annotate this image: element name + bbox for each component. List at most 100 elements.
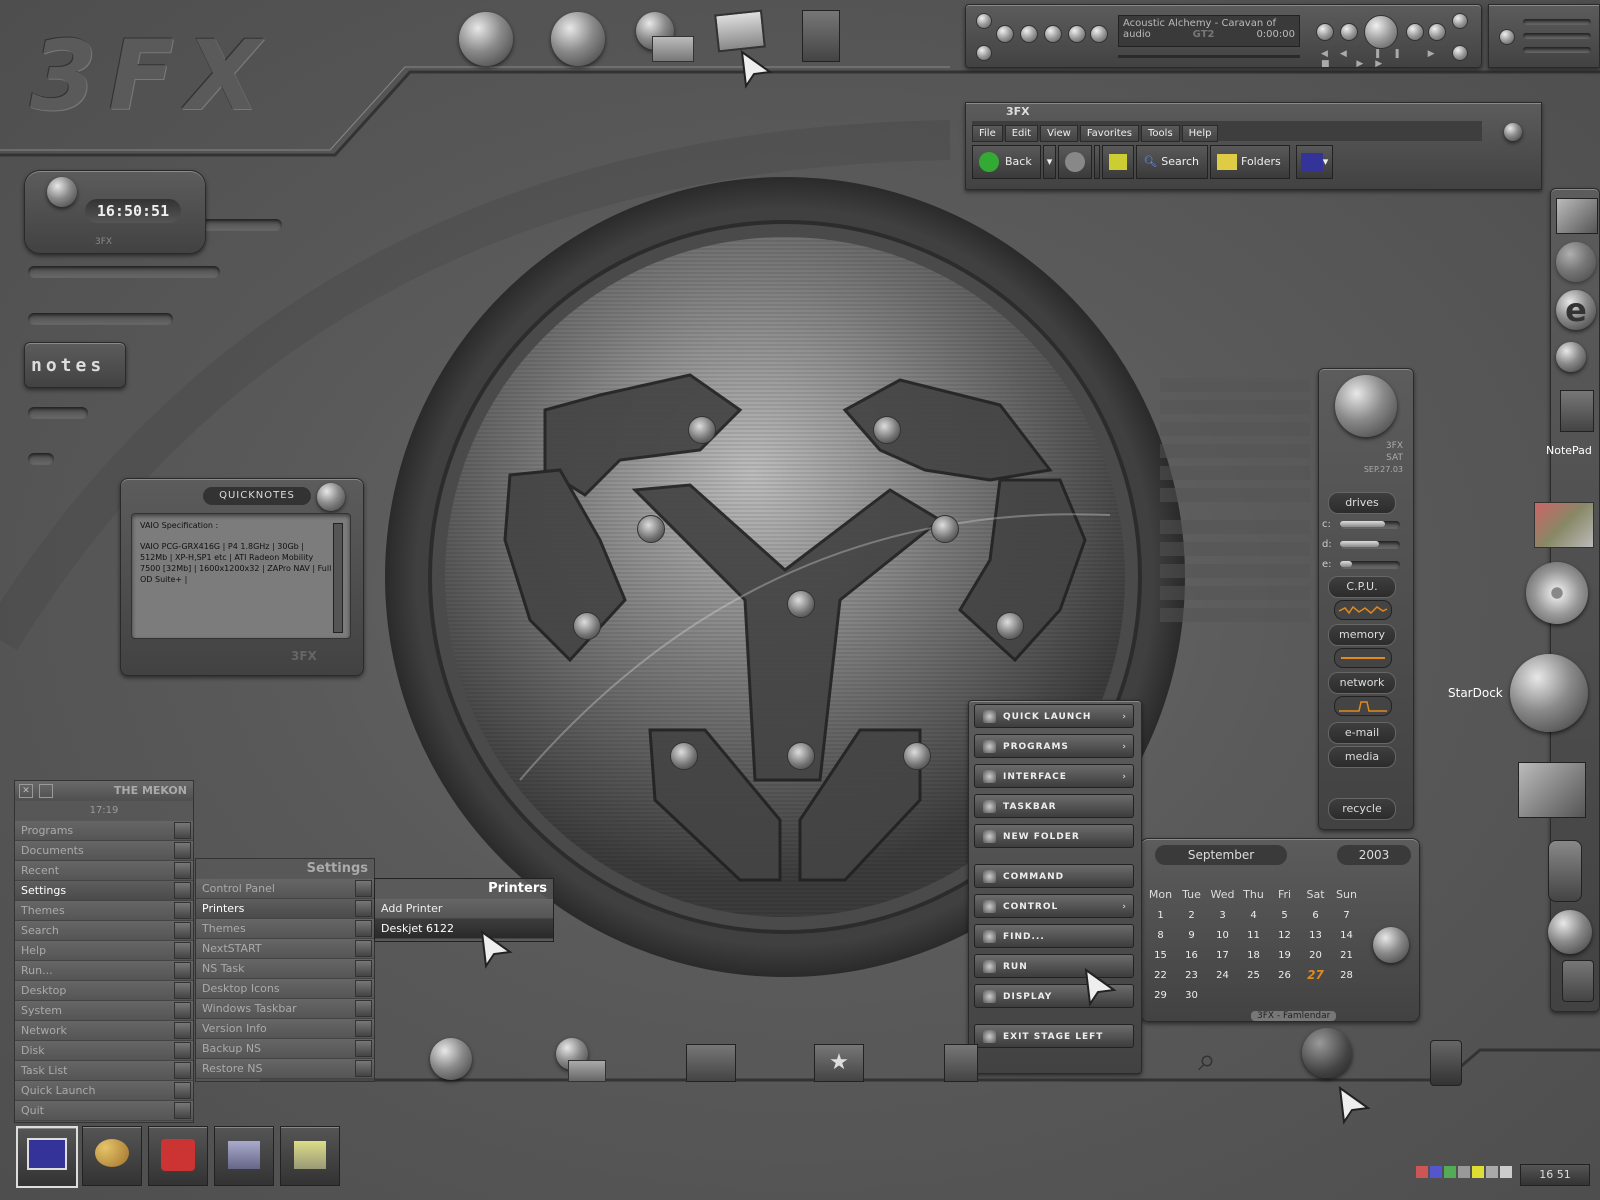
knob[interactable] [1499,29,1515,45]
documents-edit-icon[interactable] [1518,762,1586,818]
calendar-day[interactable]: 28 [1331,965,1362,985]
eq-knob[interactable] [1020,25,1038,43]
start-menu-item[interactable]: Quick Launch [15,1081,193,1101]
quicknotes-textarea[interactable]: VAIO Specification : VAIO PCG-GRX416G | … [131,513,351,639]
run-icon[interactable] [1302,1028,1352,1078]
submenu-arrow-icon[interactable] [355,980,372,997]
3fx-face-icon[interactable] [1373,927,1409,963]
quick-launch-item[interactable]: NEW FOLDER [974,824,1134,848]
calendar-year[interactable]: 2003 [1337,845,1411,865]
tray-icon[interactable] [1486,1166,1498,1178]
balance-knob[interactable] [1340,23,1358,41]
quick-launch-item[interactable]: QUICK LAUNCH › [974,704,1134,728]
3fx-face-icon[interactable] [317,483,345,511]
cd-drive-icon[interactable] [1526,562,1588,624]
submenu-arrow-icon[interactable] [174,1102,191,1119]
settings-menu-item[interactable]: Restore NS [196,1059,374,1079]
menu-file[interactable]: File [972,125,1003,142]
settings-menu-item[interactable]: Printers [196,899,374,919]
eq-knob[interactable] [996,25,1014,43]
menu-view[interactable]: View [1040,125,1078,142]
start-menu-item[interactable]: Programs [15,821,193,841]
calendar-day[interactable]: 23 [1176,965,1207,985]
calendar-day[interactable]: 19 [1269,945,1300,965]
menu-help[interactable]: Help [1181,125,1219,142]
memory-label[interactable]: memory [1328,624,1396,646]
back-dropdown[interactable]: ▾ [1042,145,1057,179]
favorites-star-icon[interactable]: ★ [814,1044,864,1082]
calendar-day[interactable]: 14 [1331,925,1362,945]
internet-explorer-icon[interactable]: e [1556,290,1596,330]
start-menu-item[interactable]: Desktop [15,981,193,1001]
submenu-arrow-icon[interactable] [355,1060,372,1077]
knob[interactable] [976,45,992,61]
calendar-day[interactable]: 22 [1145,965,1176,985]
settings-gear-icon[interactable] [944,1044,978,1082]
views-button[interactable]: ▾ [1295,145,1334,179]
submenu-arrow-icon[interactable] [174,922,191,939]
knob[interactable] [1452,13,1468,29]
submenu-arrow-icon[interactable] [174,982,191,999]
start-menu-item[interactable]: Settings [15,881,193,901]
back-button[interactable]: Back [972,145,1041,179]
quick-launch-item[interactable]: COMMAND [974,864,1134,888]
submenu-arrow-icon[interactable] [355,880,372,897]
quick-launch-item[interactable]: EXIT STAGE LEFT [974,1024,1134,1048]
forward-dropdown[interactable] [1094,145,1101,179]
mail-globe-icon[interactable] [1556,342,1586,372]
start-menu-item[interactable]: System [15,1001,193,1021]
submenu-arrow-icon[interactable] [174,1062,191,1079]
calendar-day[interactable]: 25 [1238,965,1269,985]
start-menu-item[interactable]: Documents [15,841,193,861]
settings-menu-item[interactable]: Version Info [196,1019,374,1039]
start-menu-item[interactable]: Themes [15,901,193,921]
3fx-face-icon[interactable] [459,12,513,66]
recycle-bin-icon[interactable] [1562,960,1594,1002]
start-menu-item[interactable]: Recent [15,861,193,881]
tray-icon[interactable] [1472,1166,1484,1178]
submenu-arrow-icon[interactable] [174,962,191,979]
start-menu-item[interactable]: Quit [15,1101,193,1121]
search-magnifier-icon[interactable]: ⌕ [1198,1040,1238,1080]
tray-icon[interactable] [1416,1166,1428,1178]
close-icon[interactable]: ✕ [19,784,33,798]
notepad-icon[interactable] [802,10,840,62]
calendar-day[interactable]: 21 [1331,945,1362,965]
forward-button[interactable] [1058,145,1093,179]
tray-icon[interactable] [1430,1166,1442,1178]
3fx-face-icon[interactable] [1335,375,1397,437]
start-menu-item[interactable]: Help [15,941,193,961]
task-acrobat-icon[interactable] [148,1126,208,1186]
submenu-arrow-icon[interactable] [174,822,191,839]
calendar-day[interactable]: 27 [1300,965,1331,985]
submenu-arrow-icon[interactable] [355,1040,372,1057]
task-paint-icon[interactable] [82,1126,142,1186]
submenu-arrow-icon[interactable] [174,882,191,899]
settings-menu-item[interactable]: Windows Taskbar [196,999,374,1019]
notes-button[interactable]: notes [24,342,126,388]
internet-explorer-icon[interactable] [430,1038,472,1080]
calendar-day[interactable]: 8 [1145,925,1176,945]
calendar-day[interactable]: 24 [1207,965,1238,985]
calendar-day[interactable]: 5 [1269,905,1300,925]
settings-menu-item[interactable]: Themes [196,919,374,939]
eq-knob[interactable] [1044,25,1062,43]
calendar-day[interactable]: 3 [1207,905,1238,925]
tray-icon[interactable] [1500,1166,1512,1178]
submenu-arrow-icon[interactable] [355,960,372,977]
calendar-day[interactable]: 11 [1238,925,1269,945]
quick-launch-item[interactable]: FIND... [974,924,1134,948]
start-menu-item[interactable]: Run... [15,961,193,981]
settings-menu-item[interactable]: NextSTART [196,939,374,959]
submenu-arrow-icon[interactable] [174,1022,191,1039]
quick-launch-item[interactable]: TASKBAR [974,794,1134,818]
photos-icon[interactable] [1534,502,1594,548]
media-label[interactable]: media [1328,746,1396,768]
globe-icon[interactable] [551,12,605,66]
calendar-day[interactable]: 17 [1207,945,1238,965]
network-drive-icon[interactable] [1556,242,1596,282]
task-my-computer-icon[interactable] [16,1126,78,1188]
mail-globe-icon[interactable] [636,12,694,62]
start-menu-item[interactable]: Network [15,1021,193,1041]
settings-menu-item[interactable]: NS Task [196,959,374,979]
